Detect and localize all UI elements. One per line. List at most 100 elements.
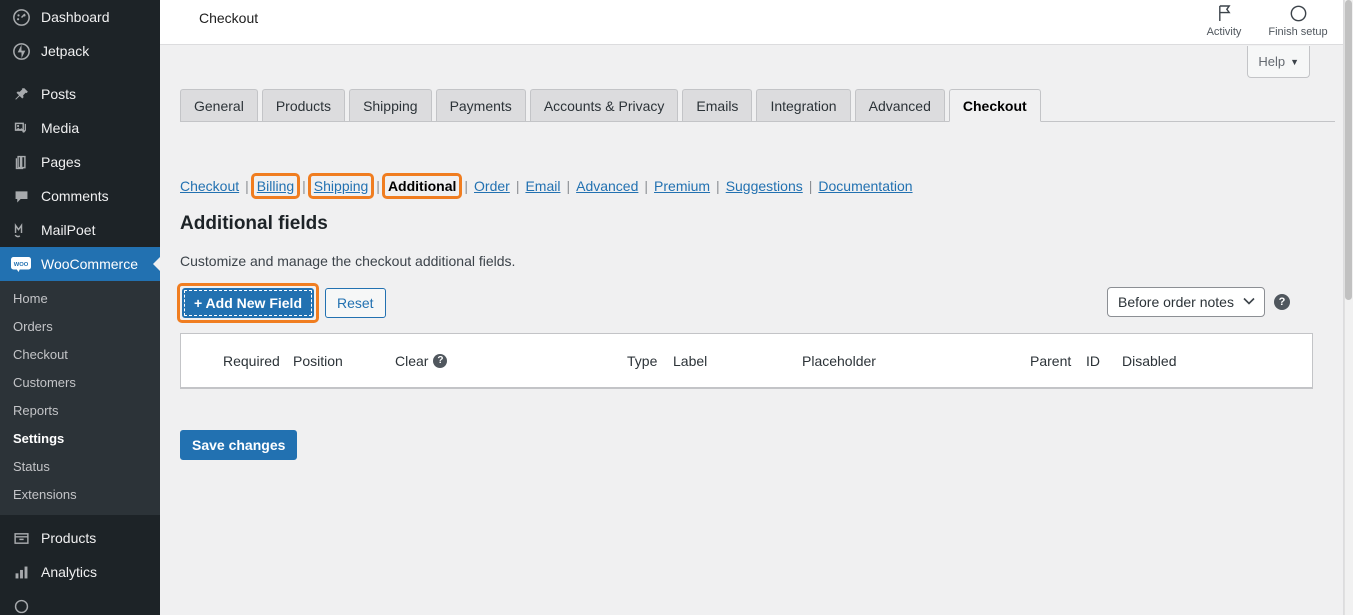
tab-checkout[interactable]: Checkout xyxy=(948,89,1041,122)
comment-icon xyxy=(10,186,32,206)
sidebar-item-pages[interactable]: Pages xyxy=(0,145,160,179)
subnav-link-suggestions[interactable]: Suggestions xyxy=(726,178,803,194)
column-label: Position xyxy=(293,352,343,369)
activity-button[interactable]: Activity xyxy=(1187,0,1261,38)
sidebar-item-jetpack[interactable]: Jetpack xyxy=(0,34,160,68)
subnav-link-billing[interactable]: Billing xyxy=(250,173,301,199)
position-select-shell: Before order notes After order notes xyxy=(1107,287,1265,317)
tab-advanced[interactable]: Advanced xyxy=(854,89,945,121)
sidebar-item-dashboard[interactable]: Dashboard xyxy=(0,0,160,34)
woocommerce-icon: WOO xyxy=(10,254,32,274)
analytics-icon xyxy=(10,562,32,582)
sidebar-item-comments[interactable]: Comments xyxy=(0,179,160,213)
sidebar-subitem-reports[interactable]: Reports xyxy=(0,397,160,425)
sidebar-item-woocommerce[interactable]: WOO WooCommerce xyxy=(0,247,160,281)
subnav-link-order[interactable]: Order xyxy=(474,178,510,194)
activity-label: Activity xyxy=(1206,26,1242,38)
save-changes-button[interactable]: Save changes xyxy=(180,430,298,460)
clear-help-icon[interactable]: ? xyxy=(433,353,448,368)
flag-icon xyxy=(1217,2,1232,24)
tab-accounts-privacy[interactable]: Accounts & Privacy xyxy=(529,89,679,121)
sidebar-subitem-checkout[interactable]: Checkout xyxy=(0,341,160,369)
subnav-separator: | xyxy=(464,178,469,194)
add-new-field-button[interactable]: + Add New Field xyxy=(182,288,314,318)
sidebar-item-media[interactable]: Media xyxy=(0,111,160,145)
column-header-disabled: Disabled xyxy=(1122,353,1202,369)
tab-emails[interactable]: Emails xyxy=(682,89,753,121)
reset-button[interactable]: Reset xyxy=(325,288,386,318)
topbar-actions: Activity Finish setup xyxy=(1187,0,1335,44)
column-label: Label xyxy=(673,352,708,369)
column-header-placeholder: Placeholder xyxy=(802,353,1030,369)
table-header-row: Required Position Clear ? Type Label Pla… xyxy=(181,334,1312,388)
sidebar-subitem-settings[interactable]: Settings xyxy=(0,425,160,453)
position-select[interactable]: Before order notes After order notes xyxy=(1107,287,1265,317)
marketing-icon xyxy=(10,596,32,615)
column-label: Placeholder xyxy=(802,352,876,369)
products-icon xyxy=(10,528,32,548)
admin-sidebar: Dashboard Jetpack Posts Media Pages Comm… xyxy=(0,0,160,615)
subnav-separator: | xyxy=(808,178,813,194)
subnav-link-documentation[interactable]: Documentation xyxy=(818,178,912,194)
sidebar-subitem-home[interactable]: Home xyxy=(0,285,160,313)
column-label: Parent xyxy=(1030,352,1072,369)
sidebar-item-label: Posts xyxy=(41,86,77,102)
subnav-separator: | xyxy=(245,178,249,194)
svg-text:WOO: WOO xyxy=(14,262,29,268)
media-icon xyxy=(10,118,32,138)
jetpack-icon xyxy=(10,41,32,61)
column-header-position: Position xyxy=(293,353,395,369)
column-label: Disabled xyxy=(1122,352,1177,369)
tab-payments[interactable]: Payments xyxy=(435,89,526,121)
position-help-icon[interactable]: ? xyxy=(1274,294,1290,310)
sidebar-subitem-customers[interactable]: Customers xyxy=(0,369,160,397)
subnav-link-email[interactable]: Email xyxy=(525,178,560,194)
sidebar-subitem-extensions[interactable]: Extensions xyxy=(0,481,160,509)
column-header-label: Label xyxy=(673,353,802,369)
sidebar-submenu-woocommerce: Home Orders Checkout Customers Reports S… xyxy=(0,281,160,515)
column-header-parent: Parent xyxy=(1030,353,1086,369)
sidebar-subitem-status[interactable]: Status xyxy=(0,453,160,481)
scrollbar-thumb[interactable] xyxy=(1345,0,1352,300)
subnav-link-additional[interactable]: Additional xyxy=(381,173,463,199)
sidebar-item-label: Dashboard xyxy=(41,9,110,25)
subnav-separator: | xyxy=(376,178,380,194)
dashboard-icon xyxy=(10,7,32,27)
column-label: Type xyxy=(627,352,658,369)
finish-setup-button[interactable]: Finish setup xyxy=(1261,0,1335,38)
tab-integration[interactable]: Integration xyxy=(756,89,851,121)
subnav-link-shipping[interactable]: Shipping xyxy=(307,173,375,199)
column-header-required: Required xyxy=(181,353,293,369)
circle-icon xyxy=(1290,2,1307,24)
tab-products[interactable]: Products xyxy=(261,89,346,121)
subnav-separator: | xyxy=(566,178,571,194)
column-label: ID xyxy=(1086,352,1100,369)
sidebar-item-partial[interactable] xyxy=(0,589,160,615)
page-scrollbar[interactable] xyxy=(1344,0,1353,615)
add-new-field-highlight: + Add New Field xyxy=(177,283,319,323)
subnav-link-checkout[interactable]: Checkout xyxy=(180,178,239,194)
action-row: + Add New Field Reset xyxy=(177,283,386,323)
subnav-link-advanced[interactable]: Advanced xyxy=(576,178,638,194)
subnav-separator: | xyxy=(644,178,649,194)
sidebar-subitem-orders[interactable]: Orders xyxy=(0,313,160,341)
pages-icon xyxy=(10,152,32,172)
column-label: Clear xyxy=(395,352,429,369)
sidebar-item-mailpoet[interactable]: MailPoet xyxy=(0,213,160,247)
subnav-separator: | xyxy=(515,178,520,194)
tab-general[interactable]: General xyxy=(180,89,258,121)
help-button[interactable]: Help ▼ xyxy=(1247,46,1310,78)
section-title: Additional fields xyxy=(180,213,328,234)
sidebar-item-label: Comments xyxy=(41,188,109,204)
subnav-separator: | xyxy=(302,178,306,194)
sidebar-divider xyxy=(0,68,160,77)
page-title: Checkout xyxy=(199,10,259,26)
subnav-link-premium[interactable]: Premium xyxy=(654,178,710,194)
column-header-clear: Clear ? xyxy=(395,353,627,369)
sidebar-item-products[interactable]: Products xyxy=(0,521,160,555)
sidebar-item-analytics[interactable]: Analytics xyxy=(0,555,160,589)
sidebar-item-label: Pages xyxy=(41,154,81,170)
sidebar-item-posts[interactable]: Posts xyxy=(0,77,160,111)
tab-shipping[interactable]: Shipping xyxy=(349,89,432,121)
sidebar-item-label: Products xyxy=(41,530,97,546)
